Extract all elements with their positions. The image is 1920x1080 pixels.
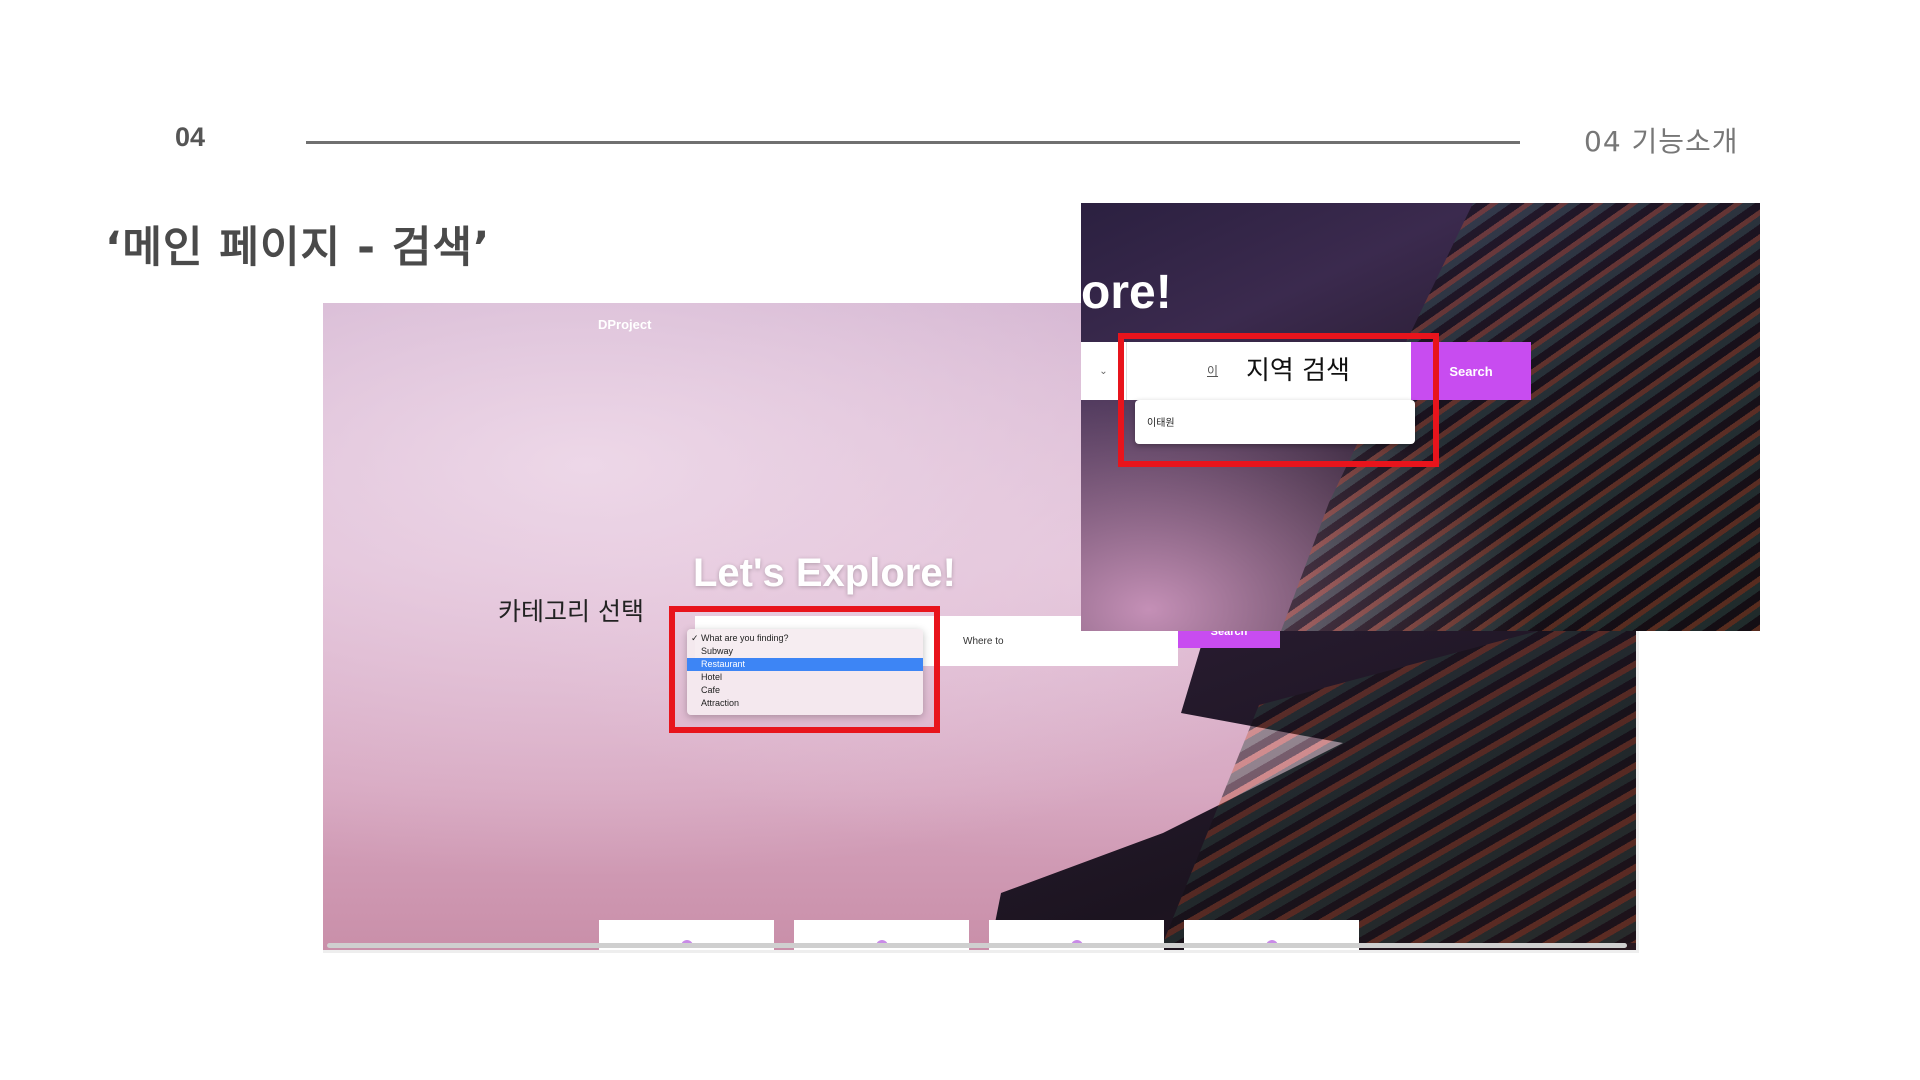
hero-title: Let's Explore! (693, 551, 956, 595)
header-divider (306, 141, 1520, 144)
slide-number: 04 (175, 122, 206, 152)
hero-title-fragment: ore! (1081, 266, 1172, 319)
region-annotation: 지역 검색 (1246, 356, 1350, 386)
slide-title: ‘메인 페이지 - 검색’ (105, 223, 491, 273)
section-label: 04 기능소개 (1584, 125, 1739, 158)
horizontal-scrollbar[interactable] (327, 943, 1627, 948)
chevron-down-icon: ⌄ (1099, 365, 1108, 377)
category-annotation: 카테고리 선택 (498, 597, 644, 626)
brand-logo[interactable]: DProject (598, 317, 651, 332)
category-highlight-box (669, 606, 940, 733)
